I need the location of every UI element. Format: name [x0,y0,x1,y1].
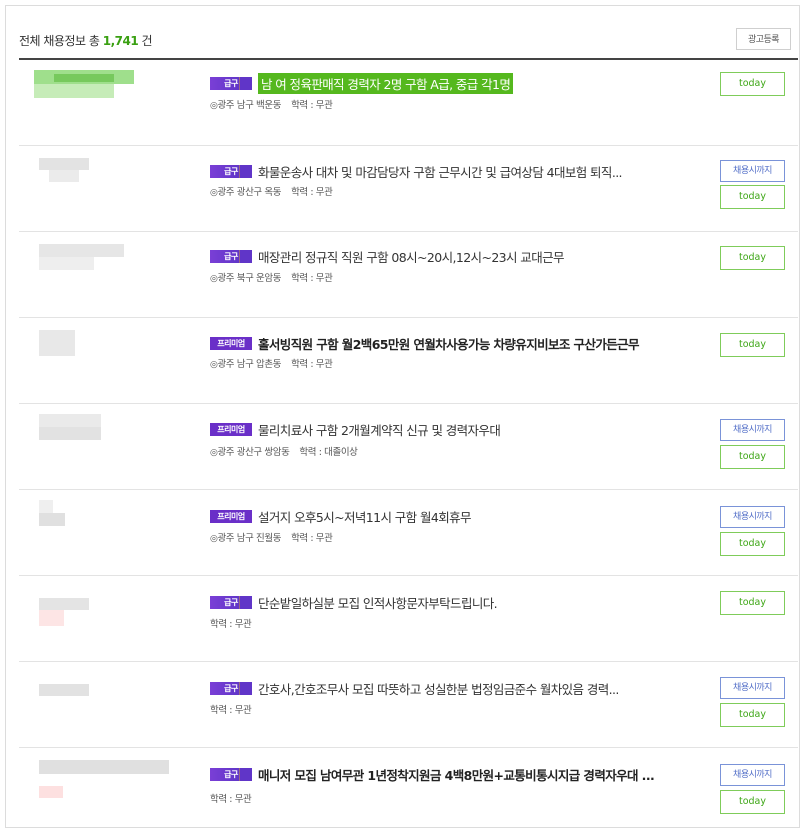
job-location: 광주 남구 백운동 [217,100,282,111]
today-button[interactable]: today [720,790,785,814]
job-title-line[interactable]: 급구 화물운송사 대차 및 마감담당자 구함 근무시간 및 급여상담 4대보험 … [210,162,623,181]
job-education: 학력 : 무관 [291,273,333,284]
job-education: 학력 : 무관 [291,533,333,544]
today-button[interactable]: today [720,445,785,469]
job-title-line[interactable]: 프리미엄 설거지 오후5시~저녁11시 구함 월4회휴무 [210,507,472,526]
company-logo [39,500,65,526]
badge-urgent: 급구 [210,682,252,695]
job-title[interactable]: 물리치료사 구함 2개월계약직 신규 및 경력자우대 [258,420,501,439]
today-button[interactable]: today [720,246,785,270]
company-logo [39,598,89,628]
job-meta: 학력 : 무관 [210,702,252,716]
company-logo [34,70,134,100]
job-meta: ◎광주 남구 진월동 학력 : 무관 [210,530,333,544]
job-row[interactable]: 급구 간호사,간호조무사 모집 따뜻하고 성실한분 법정임금준수 월차있음 경력… [19,662,798,748]
job-title[interactable]: 매장관리 정규직 직원 구함 08시~20시,12시~23시 교대근무 [258,247,565,266]
job-title-line[interactable]: 급구 남 여 정육판매직 경력자 2명 구함 A급, 중급 각1명 [210,73,514,94]
listing-panel: 전체 채용정보 총 1,741 건 광고등록 급구 남 여 정육판매직 경력자 … [5,5,800,828]
job-education: 학력 : 무관 [291,187,333,198]
company-logo [39,158,89,188]
badge-urgent: 급구 [210,77,252,90]
ad-register-button[interactable]: 광고등록 [736,28,791,50]
job-education: 학력 : 무관 [291,359,333,370]
badge-urgent: 급구 [210,768,252,781]
today-button[interactable]: today [720,185,785,209]
job-title-line[interactable]: 급구 매장관리 정규직 직원 구함 08시~20시,12시~23시 교대근무 [210,247,565,266]
job-education: 학력 : 무관 [210,794,252,805]
job-title[interactable]: 홀서빙직원 구함 월2백65만원 연월차사용가능 차량유지비보조 구산가든근무 [258,334,640,353]
company-logo [39,244,124,270]
today-button[interactable]: today [720,591,785,615]
badge-urgent: 급구 [210,250,252,263]
company-logo [39,330,75,356]
job-title[interactable]: 단순밭일하실분 모집 인적사항문자부탁드립니다. [258,593,498,612]
today-button[interactable]: today [720,703,785,727]
job-row[interactable]: 급구 단순밭일하실분 모집 인적사항문자부탁드립니다. 학력 : 무관 toda… [19,576,798,662]
badge-premium: 프리미엄 [210,423,252,436]
job-meta: ◎광주 남구 압촌동 학력 : 무관 [210,356,333,370]
job-row[interactable]: 프리미엄 설거지 오후5시~저녁11시 구함 월4회휴무 ◎광주 남구 진월동 학… [19,490,798,576]
job-location: 광주 광산구 옥동 [217,187,282,198]
job-row[interactable]: 급구 남 여 정육판매직 경력자 2명 구함 A급, 중급 각1명 ◎광주 남구… [19,60,798,146]
job-meta: ◎광주 광산구 옥동 학력 : 무관 [210,184,333,198]
job-title[interactable]: 설거지 오후5시~저녁11시 구함 월4회휴무 [258,507,472,526]
total-count-suffix: 건 [141,34,153,48]
today-button[interactable]: today [720,333,785,357]
deadline-button[interactable]: 채용시까지 [720,419,785,441]
job-education: 학력 : 무관 [291,100,333,111]
deadline-button[interactable]: 채용시까지 [720,677,785,699]
job-meta: ◎광주 광산구 쌍암동 학력 : 대졸이상 [210,444,358,458]
badge-premium: 프리미엄 [210,510,252,523]
job-title-line[interactable]: 급구 간호사,간호조무사 모집 따뜻하고 성실한분 법정임금준수 월차있음 경력… [210,679,619,698]
job-education: 학력 : 무관 [210,705,252,716]
job-meta: 학력 : 무관 [210,791,252,805]
job-location: 광주 광산구 쌍암동 [217,447,290,458]
total-count-number: 1,741 [102,34,139,48]
today-button[interactable]: today [720,72,785,96]
job-education: 학력 : 대졸이상 [299,447,358,458]
total-count-prefix: 전체 채용정보 총 [19,34,100,48]
job-title[interactable]: 간호사,간호조무사 모집 따뜻하고 성실한분 법정임금준수 월차있음 경력... [258,679,619,698]
job-meta: ◎광주 북구 운암동 학력 : 무관 [210,270,333,284]
badge-urgent: 급구 [210,165,252,178]
job-row[interactable]: 급구 매니저 모집 남여무관 1년정착지원금 4백8만원+교통비통시지급 경력자… [19,748,798,832]
job-title[interactable]: 남 여 정육판매직 경력자 2명 구함 A급, 중급 각1명 [258,73,514,94]
job-row[interactable]: 급구 매장관리 정규직 직원 구함 08시~20시,12시~23시 교대근무 ◎… [19,232,798,318]
job-location: 광주 남구 압촌동 [217,359,282,370]
badge-urgent: 급구 [210,596,252,609]
job-row[interactable]: 프리미엄 물리치료사 구함 2개월계약직 신규 및 경력자우대 ◎광주 광산구 … [19,404,798,490]
list-header: 전체 채용정보 총 1,741 건 광고등록 [19,26,798,60]
job-title-line[interactable]: 급구 단순밭일하실분 모집 인적사항문자부탁드립니다. [210,593,498,612]
job-location: 광주 남구 진월동 [217,533,282,544]
job-row[interactable]: 급구 화물운송사 대차 및 마감담당자 구함 근무시간 및 급여상담 4대보험 … [19,146,798,232]
badge-premium: 프리미엄 [210,337,252,350]
job-meta: ◎광주 남구 백운동 학력 : 무관 [210,97,333,111]
deadline-button[interactable]: 채용시까지 [720,764,785,786]
job-title-line[interactable]: 급구 매니저 모집 남여무관 1년정착지원금 4백8만원+교통비통시지급 경력자… [210,765,655,784]
job-title-line[interactable]: 프리미엄 물리치료사 구함 2개월계약직 신규 및 경력자우대 [210,420,501,439]
total-count: 전체 채용정보 총 1,741 건 [19,32,153,49]
job-education: 학력 : 무관 [210,619,252,630]
company-logo [39,414,101,440]
today-button[interactable]: today [720,532,785,556]
deadline-button[interactable]: 채용시까지 [720,160,785,182]
job-row[interactable]: 프리미엄 홀서빙직원 구함 월2백65만원 연월차사용가능 차량유지비보조 구산… [19,318,798,404]
company-logo [39,760,169,800]
job-location: 광주 북구 운암동 [217,273,282,284]
job-meta: 학력 : 무관 [210,616,252,630]
job-title[interactable]: 매니저 모집 남여무관 1년정착지원금 4백8만원+교통비통시지급 경력자우대 … [258,765,655,784]
job-title-line[interactable]: 프리미엄 홀서빙직원 구함 월2백65만원 연월차사용가능 차량유지비보조 구산… [210,334,640,353]
job-title[interactable]: 화물운송사 대차 및 마감담당자 구함 근무시간 및 급여상담 4대보험 퇴직.… [258,162,623,181]
company-logo [39,684,89,698]
deadline-button[interactable]: 채용시까지 [720,506,785,528]
